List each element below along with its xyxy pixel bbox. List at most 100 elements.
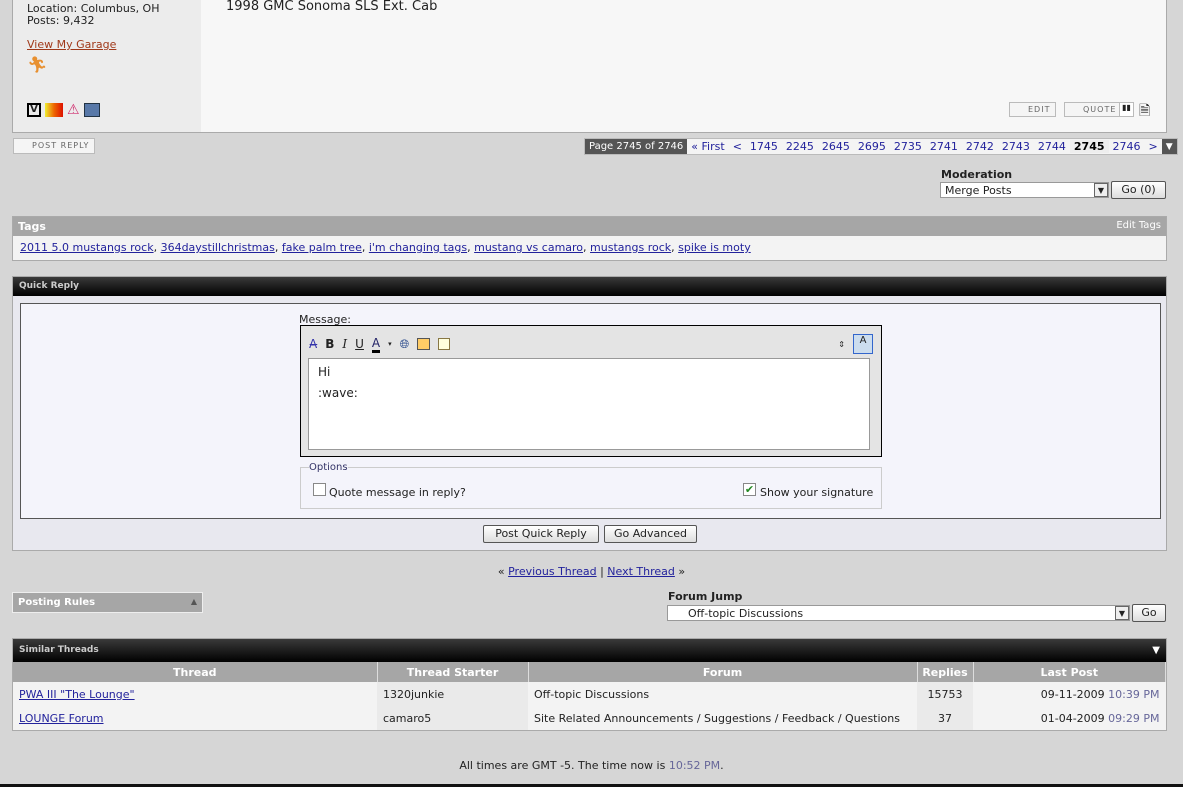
similar-threads-title: Similar Threads [19, 645, 99, 655]
tag-link[interactable]: 2011 5.0 mustangs rock [20, 241, 154, 254]
table-row: PWA III "The Lounge" 1320junkie Off-topic … [13, 682, 1166, 706]
quote-button[interactable]: QUOTE [1064, 102, 1123, 117]
image-icon[interactable] [417, 338, 431, 350]
last-post: 01-04-2009 09:29 PM [1040, 711, 1160, 725]
view-garage-link[interactable]: View My Garage [27, 38, 116, 51]
go-advanced-button[interactable]: Go Advanced [604, 525, 697, 543]
similar-threads-table: Thread Thread Starter Forum Replies Last Pos… [13, 662, 1166, 730]
forum-name: Site Related Announcements / Suggestions… [534, 711, 900, 725]
page-link[interactable]: 2741 [926, 140, 962, 153]
bold-icon[interactable]: B [325, 337, 334, 351]
font-color-icon[interactable]: A [371, 336, 381, 353]
multiquote-icon[interactable]: ▮▮ [1119, 102, 1134, 117]
page-link[interactable]: 2695 [854, 140, 890, 153]
last-post: 09-11-2009 10:39 PM [1040, 687, 1160, 701]
quote-label: Quote message in reply? [329, 486, 466, 499]
col-last-post: Last Post [973, 662, 1166, 682]
message-textarea[interactable]: Hi :wave: [308, 358, 870, 450]
pagination: Page 2745 of 2746 « First < 1745 2245 26… [584, 138, 1178, 155]
collapse-icon: ▲ [190, 597, 197, 606]
tag-link[interactable]: mustang vs camaro [474, 241, 583, 254]
page-prev[interactable]: < [729, 140, 746, 153]
moderation-title: Moderation [941, 168, 1013, 181]
thread-nav: « Previous Thread | Next Thread » [497, 565, 686, 578]
table-row: LOUNGE Forum camaro5 Site Related Announce… [13, 706, 1166, 730]
computer-icon[interactable] [83, 103, 100, 117]
quote-checkbox[interactable] [313, 483, 326, 496]
quick-reply-panel: Quick Reply Message: A̶ B I U A ▾ 🌐︎ ⇕ A … [12, 276, 1167, 551]
chevron-down-icon: ▼ [1115, 606, 1129, 620]
post-user-info: Location: Columbus, OH Posts: 9,432 View… [13, 0, 201, 132]
page-link[interactable]: 2743 [998, 140, 1034, 153]
warning-icon[interactable]: ⚠ [67, 103, 80, 117]
tag-link[interactable]: mustangs rock [590, 241, 671, 254]
page-link[interactable]: 2245 [782, 140, 818, 153]
thread-starter: camaro5 [377, 706, 528, 730]
chevron-down-icon[interactable]: ▾ [388, 340, 392, 348]
page-link[interactable]: 2742 [962, 140, 998, 153]
edit-button[interactable]: EDIT [1009, 102, 1057, 117]
page-label: Page 2745 of 2746 [585, 139, 688, 154]
link-icon[interactable]: 🌐︎ [400, 337, 410, 352]
editor-toolbar: A̶ B I U A ▾ 🌐︎ ⇕ A [301, 326, 881, 362]
tag-link[interactable]: spike is moty [678, 241, 751, 254]
remove-format-icon[interactable]: A̶ [309, 337, 317, 351]
collapse-icon[interactable]: ▼ [1152, 645, 1160, 658]
tag-link[interactable]: 364daystillchristmas [161, 241, 275, 254]
tags-list: 2011 5.0 mustangs rock, 364daystillchris… [20, 241, 751, 254]
forum-jump-go-button[interactable]: Go [1132, 604, 1166, 622]
forum-jump-select[interactable]: Off-topic Discussions ▼ [667, 605, 1130, 621]
page-jump-dropdown-icon[interactable]: ▼ [1161, 139, 1177, 154]
editor: A̶ B I U A ▾ 🌐︎ ⇕ A Hi :wave: [300, 325, 882, 457]
user-post-count: Posts: 9,432 [27, 14, 95, 27]
quote-icon[interactable] [438, 338, 451, 350]
post-container: Location: Columbus, OH Posts: 9,432 View… [12, 0, 1167, 133]
similar-threads: Similar Threads ▼ Thread Thread Starter For… [12, 638, 1167, 731]
italic-icon[interactable]: I [342, 337, 347, 351]
footer-time: All times are GMT -5. The time now is 10… [459, 759, 724, 772]
col-forum: Forum [528, 662, 918, 682]
page-link[interactable]: 2645 [818, 140, 854, 153]
thread-link[interactable]: PWA III "The Lounge" [19, 688, 135, 701]
resize-icon[interactable]: ⇕ [838, 340, 845, 349]
quick-reply-icon[interactable]: 🗎 [1139, 100, 1150, 124]
thread-link[interactable]: LOUNGE Forum [19, 712, 104, 725]
quick-reply-title: Quick Reply [13, 277, 1166, 296]
aim-icon[interactable]: 🏃︎ [27, 57, 187, 73]
thread-starter: 1320junkie [377, 682, 528, 706]
previous-thread-link[interactable]: Previous Thread [508, 565, 596, 578]
next-thread-link[interactable]: Next Thread [607, 565, 675, 578]
replies: 37 [917, 706, 973, 730]
page-link[interactable]: 2746 [1109, 140, 1145, 153]
chevron-down-icon: ▼ [1094, 183, 1108, 197]
tags-title: Tags [18, 220, 46, 233]
options-label: Options [309, 462, 348, 473]
vote-icon[interactable]: V [27, 103, 41, 117]
posting-rules-header[interactable]: Posting Rules ▲ [12, 592, 203, 613]
forum-jump-title: Forum Jump [668, 590, 743, 603]
switch-mode-icon[interactable]: A [853, 334, 873, 354]
cards-icon[interactable] [45, 103, 63, 117]
tag-link[interactable]: fake palm tree [282, 241, 362, 254]
page-first[interactable]: « First [687, 140, 728, 153]
underline-icon[interactable]: U [355, 337, 364, 351]
post-reply-button[interactable]: POST REPLY [13, 138, 96, 154]
signature-label: Show your signature [760, 486, 874, 499]
options-fieldset: Options Quote message in reply? ✔ Show y… [300, 462, 882, 509]
moderation-select[interactable]: Merge Posts ▼ [940, 182, 1109, 198]
page-next[interactable]: > [1145, 140, 1162, 153]
edit-tags-link[interactable]: Edit Tags [1116, 220, 1161, 233]
page-link[interactable]: 1745 [746, 140, 782, 153]
col-replies: Replies [917, 662, 974, 682]
post-signature: 1998 GMC Sonoma SLS Ext. Cab [226, 0, 438, 14]
tags-box: Tags Edit Tags 2011 5.0 mustangs rock, 36… [12, 216, 1167, 261]
page-current: 2745 [1069, 140, 1109, 153]
post-quick-reply-button[interactable]: Post Quick Reply [483, 525, 599, 543]
page-link[interactable]: 2735 [890, 140, 926, 153]
signature-checkbox[interactable]: ✔ [743, 483, 756, 496]
tag-link[interactable]: i'm changing tags [369, 241, 467, 254]
page-link[interactable]: 2744 [1034, 140, 1070, 153]
replies: 15753 [917, 682, 973, 706]
moderation-go-button[interactable]: Go (0) [1111, 181, 1166, 199]
forum-name: Off-topic Discussions [534, 687, 650, 701]
